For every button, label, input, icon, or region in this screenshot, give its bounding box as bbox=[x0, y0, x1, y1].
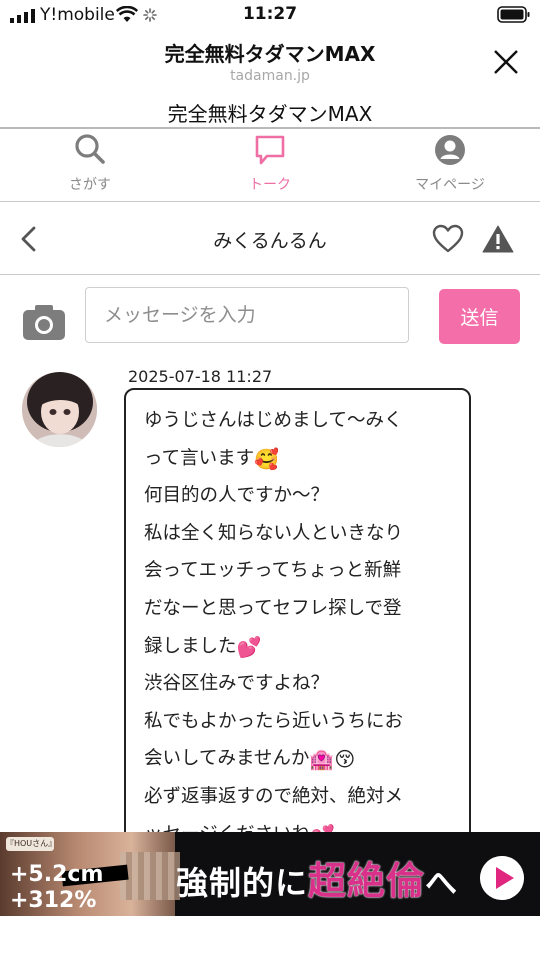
ad-banner[interactable]: 『HOUさん』 +5.2cm +312% 強制的に超絶倫へ bbox=[0, 832, 540, 916]
camera-icon[interactable] bbox=[22, 303, 66, 341]
heart-icon[interactable] bbox=[432, 224, 464, 254]
message-line: だなーと思ってセフレ探しで登 bbox=[144, 597, 402, 619]
browser-page-title: 完全無料タダマンMAX bbox=[164, 42, 376, 66]
user-icon bbox=[435, 135, 465, 165]
send-button[interactable]: 送信 bbox=[439, 289, 520, 344]
site-title: 完全無料タダマンMAX bbox=[167, 102, 373, 126]
tab-search[interactable]: さがす bbox=[0, 129, 180, 201]
tab-mypage[interactable]: マイページ bbox=[360, 129, 540, 201]
browser-header: 完全無料タダマンMAX tadaman.jp bbox=[0, 30, 540, 94]
play-icon[interactable] bbox=[480, 856, 524, 900]
message-line: 会いしてみませんか🏩😚 bbox=[144, 740, 455, 778]
message-line: ゆうじさんはじめまして〜みく bbox=[144, 410, 403, 431]
battery-icon bbox=[497, 6, 530, 23]
message-line: 必ず返事返すので絶対、絶対メ bbox=[144, 785, 404, 807]
ad-mosaic bbox=[120, 852, 180, 900]
message-line: 何目的の人ですか〜？ bbox=[144, 485, 330, 507]
tab-mypage-label: マイページ bbox=[415, 177, 485, 193]
tab-nav: さがす トーク マイページ bbox=[0, 129, 540, 201]
clock: 11:27 bbox=[242, 4, 298, 24]
smiling-hearts-emoji: 🥰 bbox=[254, 446, 279, 471]
message-line: 私は全く知らない人といきなり bbox=[144, 522, 404, 544]
tab-search-label: さがす bbox=[69, 177, 111, 193]
message-bubble: ゆうじさんはじめまして〜みく って言います🥰 何目的の人ですか〜？ 私は全く知ら… bbox=[124, 388, 471, 858]
two-hearts-emoji: 💕 bbox=[236, 634, 262, 659]
search-icon bbox=[75, 134, 105, 164]
chat-header: みくるんるん bbox=[0, 202, 540, 274]
ad-badge: 『HOUさん』 bbox=[6, 837, 56, 851]
browser-domain: tadaman.jp bbox=[230, 68, 310, 84]
avatar[interactable] bbox=[22, 372, 97, 447]
ad-stat-percent: +312% bbox=[10, 888, 97, 913]
tab-talk-label: トーク bbox=[249, 177, 291, 193]
message-line: 録しました💕 bbox=[144, 628, 455, 666]
message-timestamp: 2025-07-18 11:27 bbox=[128, 367, 273, 386]
kissing-face-emoji: 😚 bbox=[334, 747, 356, 772]
love-hotel-emoji: 🏩 bbox=[309, 747, 335, 772]
message-input[interactable] bbox=[85, 287, 409, 343]
message-line: 私でもよかったら近いうちにお bbox=[144, 710, 404, 732]
message-line: 渋谷区住みですよね？ bbox=[144, 673, 330, 695]
ad-headline: 強制的に超絶倫へ bbox=[176, 859, 459, 903]
message-line: って言います🥰 bbox=[144, 440, 455, 478]
ad-stat-length: +5.2cm bbox=[10, 862, 104, 887]
warning-icon[interactable] bbox=[482, 224, 514, 254]
chat-bubble-icon bbox=[255, 135, 285, 165]
close-icon[interactable] bbox=[492, 48, 520, 76]
message-line: 会ってエッチってちょっと新鮮 bbox=[144, 560, 402, 582]
status-bar: Y!mobile 11:27 bbox=[0, 0, 540, 30]
divider bbox=[0, 274, 540, 275]
avatar-image bbox=[22, 372, 97, 447]
tab-talk[interactable]: トーク bbox=[180, 129, 360, 201]
